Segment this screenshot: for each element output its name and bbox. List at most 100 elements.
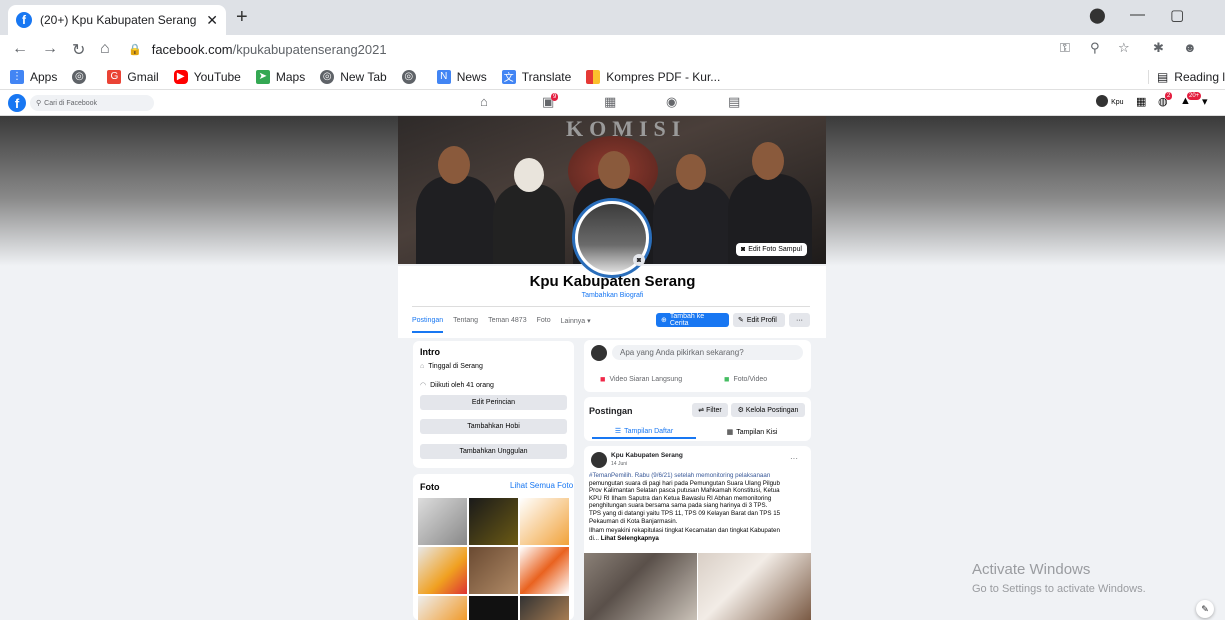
edit-details-button[interactable]: Edit Perincian — [420, 395, 567, 410]
avatar-camera-icon[interactable]: ◙ — [633, 254, 645, 266]
photo-thumbnail[interactable] — [418, 547, 467, 594]
add-featured-button[interactable]: Tambahkan Unggulan — [420, 444, 567, 459]
post-author-avatar[interactable] — [591, 452, 607, 468]
account-avatar-icon[interactable]: ☻ — [1183, 40, 1197, 55]
filter-button[interactable]: ⇌ Filter — [692, 403, 728, 417]
url-path: /kpukabupatenserang2021 — [232, 42, 387, 57]
reload-icon[interactable]: ↻ — [72, 40, 85, 60]
bookmark-news[interactable]: N News — [436, 69, 487, 84]
marketplace-nav-icon[interactable]: ▦ — [604, 94, 616, 110]
lock-icon[interactable]: 🔒 — [128, 43, 142, 56]
extensions-puzzle-icon[interactable]: ✱ — [1153, 40, 1164, 56]
photos-title: Foto — [420, 482, 440, 492]
facebook-logo-icon[interactable]: f — [8, 94, 26, 112]
posts-title: Postingan — [589, 406, 633, 416]
groups-nav-icon[interactable]: ◉ — [666, 94, 677, 110]
facebook-search-input[interactable]: ⚲ Cari di Facebook — [30, 95, 154, 111]
manage-posts-button[interactable]: ⚙ Kelola Postingan — [731, 403, 805, 417]
bookmark-gmail[interactable]: G Gmail — [107, 69, 159, 84]
zoom-search-icon[interactable]: ⚲ — [1090, 40, 1100, 56]
home-nav-icon[interactable]: ⌂ — [480, 94, 488, 109]
account-name: Kpu — [1111, 99, 1124, 106]
post-time[interactable]: 14 Juni — [611, 461, 627, 467]
tab-photos[interactable]: Foto — [537, 317, 551, 324]
reading-list-button[interactable]: ▤ Reading l — [1147, 70, 1225, 84]
tab-about[interactable]: Tentang — [453, 317, 478, 324]
bookmark-label: Apps — [30, 69, 58, 84]
post-image[interactable] — [698, 553, 811, 620]
post-image[interactable] — [584, 553, 697, 620]
photo-thumbnail[interactable] — [520, 547, 569, 594]
browser-tab[interactable]: f (20+) Kpu Kabupaten Serang | Fa ✕ — [8, 5, 226, 35]
gaming-nav-icon[interactable]: ▤ — [728, 94, 740, 110]
add-story-button[interactable]: ⊕ Tambah ke Cerita — [656, 313, 729, 327]
post-line-tail: di... — [589, 534, 599, 542]
tab-close-icon[interactable]: ✕ — [206, 12, 218, 29]
post-line: TPS yang di datangi yaitu TPS 11, TPS 09… — [589, 509, 781, 517]
account-menu-chevron-icon[interactable]: ▾ — [1202, 95, 1208, 108]
cover-person-head — [676, 154, 706, 190]
new-message-compose-icon[interactable]: ✎ — [1196, 600, 1214, 618]
bookmark-youtube[interactable]: ▶ YouTube — [173, 69, 241, 84]
back-arrow-icon[interactable]: ← — [12, 40, 28, 58]
tab-friends[interactable]: Teman 4873 — [488, 317, 527, 324]
post-line: pemungutan suara di pagi hari pada Pemun… — [589, 479, 780, 487]
camera-icon: ◙ — [741, 246, 746, 253]
photo-video-button[interactable]: ■ Foto/Video — [724, 374, 767, 384]
forward-arrow-icon[interactable]: → — [42, 40, 58, 58]
photo-thumbnail[interactable] — [418, 596, 467, 620]
post-line: #TemanPemilih. Rabu (9/6/21) setelah mem… — [589, 472, 771, 479]
edit-profile-button[interactable]: ✎ Edit Profil — [733, 313, 785, 327]
photo-video-label: Foto/Video — [733, 375, 768, 383]
add-hobby-button[interactable]: Tambahkan Hobi — [420, 419, 567, 434]
filter-label: Filter — [706, 406, 722, 414]
search-icon: ⚲ — [36, 100, 42, 107]
list-view-tab[interactable]: ☰ Tampilan Daftar — [592, 425, 696, 439]
post-more-button[interactable]: ··· — [790, 454, 798, 463]
post-line: KPU RI Ilham Saputra dan Ketua Bawaslu R… — [589, 494, 772, 502]
menu-grid-icon[interactable]: ▦ — [1136, 95, 1146, 108]
profile-more-button[interactable]: ··· — [789, 313, 810, 327]
photo-thumbnail[interactable] — [520, 498, 569, 545]
bookmark-kompres-pdf[interactable]: Kompres PDF - Kur... — [586, 69, 720, 84]
see-more-link[interactable]: Lihat Selengkapnya — [601, 535, 659, 542]
profile-menu-icon[interactable]: ⬤ — [1089, 6, 1106, 24]
tab-posts[interactable]: Postingan — [412, 317, 444, 333]
omnibox[interactable]: 🔒 facebook.com/kpukabupatenserang2021 — [128, 38, 1208, 61]
maximize-icon[interactable]: ▢ — [1170, 6, 1184, 24]
bookmark-apps[interactable]: ⋮ Apps — [10, 69, 58, 84]
live-video-button[interactable]: ■ Video Siaran Langsung — [600, 374, 682, 384]
bookmark-globe[interactable]: ◎ — [72, 69, 92, 84]
cover-person-head — [438, 146, 470, 184]
see-all-photos-link[interactable]: Lihat Semua Foto — [510, 481, 573, 490]
home-icon[interactable]: ⌂ — [100, 40, 110, 58]
photo-thumbnail[interactable] — [469, 547, 518, 594]
password-key-icon[interactable]: ⚿ — [1060, 40, 1070, 56]
post-author[interactable]: Kpu Kabupaten Serang — [611, 452, 683, 459]
new-tab-button[interactable]: + — [236, 6, 248, 29]
bookmark-maps[interactable]: ➤ Maps — [255, 69, 305, 84]
bookmark-translate[interactable]: 文 Translate — [501, 69, 571, 84]
bookmark-globe-2[interactable]: ◎ — [401, 69, 422, 84]
google-g-icon: G — [107, 69, 122, 84]
photo-thumbnail[interactable] — [520, 596, 569, 620]
add-bio-link[interactable]: Tambahkan Biografi — [0, 292, 1225, 299]
profile-avatar[interactable] — [572, 198, 652, 278]
pdf-icon — [586, 69, 601, 84]
bookmark-label: YouTube — [193, 69, 241, 84]
photo-thumbnail[interactable] — [418, 498, 467, 545]
bookmark-star-icon[interactable]: ☆ — [1118, 40, 1130, 56]
plus-icon: ⊕ — [661, 317, 667, 324]
url-text[interactable]: facebook.com/kpukabupatenserang2021 — [152, 42, 387, 57]
photo-thumbnail[interactable] — [469, 596, 518, 620]
photo-thumbnail[interactable] — [469, 498, 518, 545]
edit-cover-button[interactable]: ◙ Edit Foto Sampul — [736, 243, 807, 256]
composer-input[interactable]: Apa yang Anda pikirkan sekarang? — [612, 345, 803, 360]
bookmark-new-tab[interactable]: ◎ New Tab — [320, 69, 387, 84]
grid-view-tab[interactable]: ▦ Tampilan Kisi — [700, 425, 804, 439]
tab-more[interactable]: Lainnya ▾ — [561, 317, 591, 325]
filter-icon: ⇌ — [698, 407, 705, 414]
facebook-favicon-icon: f — [16, 12, 32, 28]
account-chip[interactable]: Kpu — [1096, 95, 1124, 108]
minimize-icon[interactable]: — — [1130, 6, 1145, 23]
